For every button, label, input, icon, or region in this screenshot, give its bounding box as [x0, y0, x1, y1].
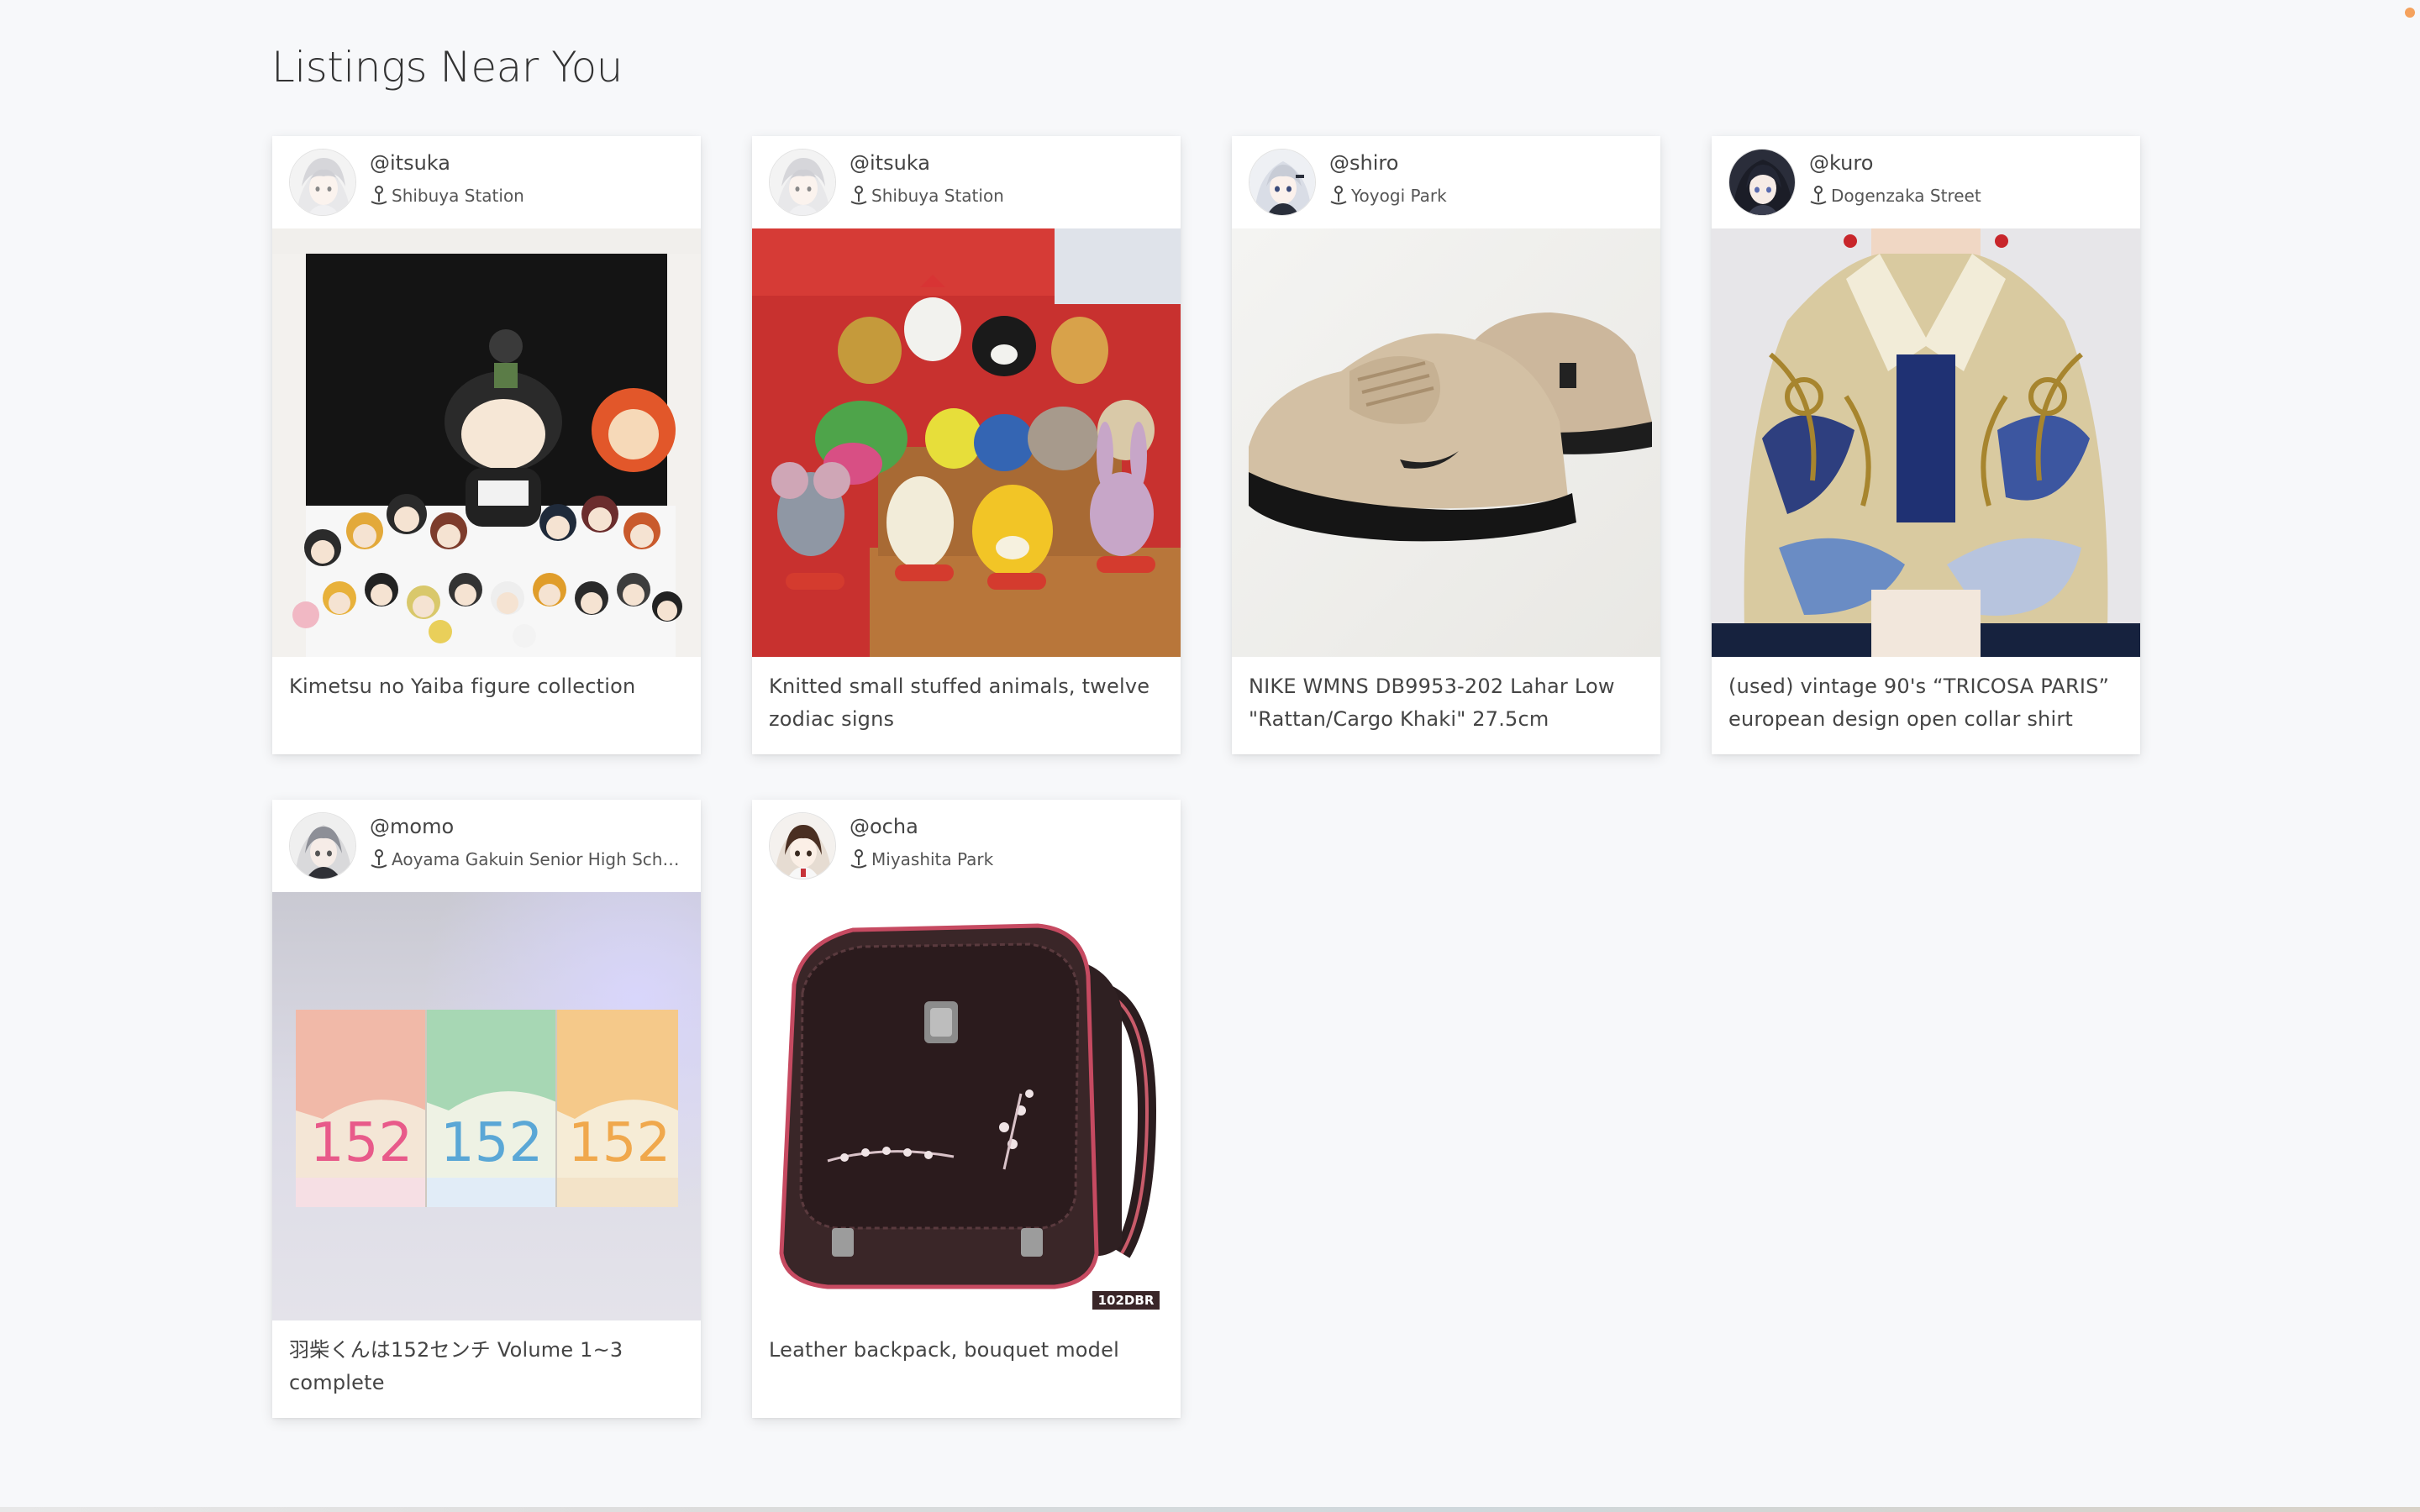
- listing-card[interactable]: @ocha Miyashita Park 102DBR Leather back…: [752, 800, 1181, 1418]
- listing-card[interactable]: @shiro Yoyogi Park NIKE WMNS DB9953-202 …: [1232, 136, 1660, 754]
- location: Aoyama Gakuin Senior High School: [370, 847, 681, 872]
- user-avatar[interactable]: [769, 149, 836, 216]
- card-header: @momo Aoyama Gakuin Senior High School: [272, 800, 701, 892]
- knitted-animals-photo[interactable]: [752, 228, 1181, 657]
- location: Yoyogi Park: [1329, 183, 1640, 208]
- user-avatar[interactable]: [1249, 149, 1316, 216]
- vintage-shirt-photo[interactable]: [1712, 228, 2140, 657]
- location: Miyashita Park: [850, 847, 1160, 872]
- location-pin-icon: [371, 849, 387, 869]
- listing-description[interactable]: NIKE WMNS DB9953-202 Lahar Low "Rattan/C…: [1249, 670, 1644, 736]
- listing-description[interactable]: 羽柴くんは152センチ Volume 1~3 complete: [289, 1334, 684, 1399]
- location-pin-icon: [371, 186, 387, 205]
- location-label: Aoyama Gakuin Senior High School: [392, 849, 681, 869]
- location-pin-icon: [850, 849, 867, 869]
- location-label: Dogenzaka Street: [1831, 186, 1981, 206]
- listing-description[interactable]: Leather backpack, bouquet model: [769, 1334, 1164, 1367]
- location-pin-icon: [850, 186, 867, 205]
- card-header: @ocha Miyashita Park: [752, 800, 1181, 892]
- location: Shibuya Station: [370, 183, 681, 208]
- listing-card[interactable]: @itsuka Shibuya Station: [272, 136, 701, 754]
- bottom-strip: [0, 1507, 2420, 1512]
- user-avatar[interactable]: [1728, 149, 1796, 216]
- user-avatar[interactable]: [289, 812, 356, 879]
- manga-volumes-photo[interactable]: 152 152 152: [272, 892, 701, 1320]
- listing-description[interactable]: Kimetsu no Yaiba figure collection: [289, 670, 684, 703]
- user-avatar[interactable]: [769, 812, 836, 879]
- svg-text:152: 152: [568, 1112, 671, 1174]
- svg-text:152: 152: [310, 1112, 413, 1174]
- listing-description[interactable]: Knitted small stuffed animals, twelve zo…: [769, 670, 1164, 736]
- card-header: @shiro Yoyogi Park: [1232, 136, 1660, 228]
- product-code-badge: 102DBR: [1098, 1293, 1155, 1308]
- location-label: Shibuya Station: [871, 186, 1004, 206]
- location: Shibuya Station: [850, 183, 1160, 208]
- listing-description[interactable]: (used) vintage 90's “TRICOSA PARIS” euro…: [1728, 670, 2123, 736]
- username[interactable]: @kuro: [1809, 151, 1873, 175]
- card-header: @itsuka Shibuya Station: [272, 136, 701, 228]
- sneakers-photo[interactable]: [1232, 228, 1660, 657]
- svg-text:152: 152: [440, 1112, 543, 1174]
- location-pin-icon: [1810, 186, 1827, 205]
- leather-backpack-photo[interactable]: 102DBR: [752, 892, 1181, 1320]
- card-header: @kuro Dogenzaka Street: [1712, 136, 2140, 228]
- card-header: @itsuka Shibuya Station: [752, 136, 1181, 228]
- figure-collection-photo[interactable]: [272, 228, 701, 657]
- username[interactable]: @ocha: [850, 815, 918, 838]
- location-label: Miyashita Park: [871, 849, 994, 869]
- location-label: Shibuya Station: [392, 186, 524, 206]
- location-label: Yoyogi Park: [1351, 186, 1447, 206]
- location: Dogenzaka Street: [1809, 183, 2120, 208]
- username[interactable]: @shiro: [1329, 151, 1398, 175]
- username[interactable]: @itsuka: [370, 151, 450, 175]
- user-avatar[interactable]: [289, 149, 356, 216]
- listing-card[interactable]: @momo Aoyama Gakuin Senior High School 1…: [272, 800, 701, 1418]
- location-pin-icon: [1330, 186, 1347, 205]
- username[interactable]: @itsuka: [850, 151, 930, 175]
- notification-dot: [2405, 8, 2415, 18]
- listing-card[interactable]: @itsuka Shibuya Station: [752, 136, 1181, 754]
- username[interactable]: @momo: [370, 815, 454, 838]
- page-title: Listings Near You: [271, 43, 623, 92]
- listing-card[interactable]: @kuro Dogenzaka Street (used) vintage 90…: [1712, 136, 2140, 754]
